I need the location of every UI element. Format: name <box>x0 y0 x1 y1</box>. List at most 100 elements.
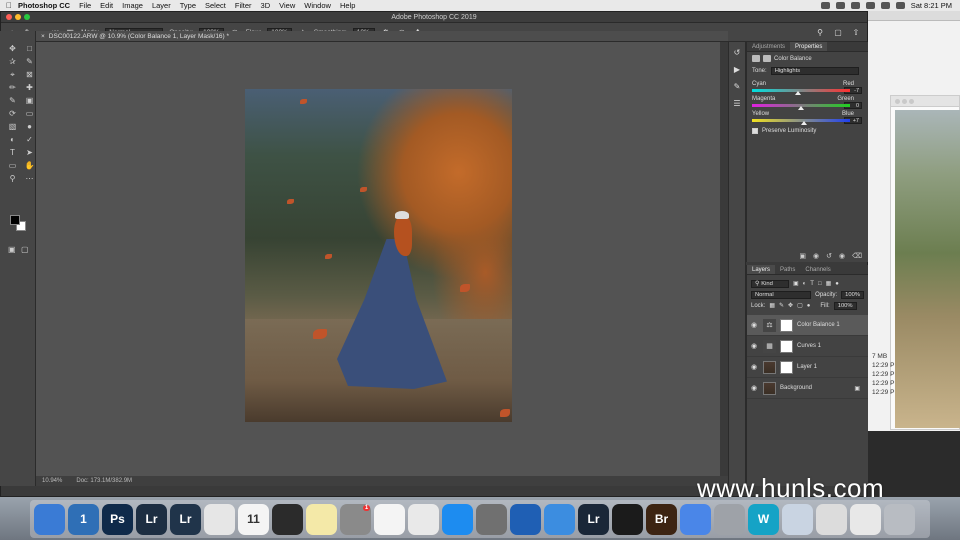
play-icon[interactable]: ▶ <box>731 64 743 76</box>
chrome-icon[interactable] <box>204 503 235 535</box>
slider-track[interactable] <box>752 104 850 110</box>
bridge-icon[interactable]: Br <box>646 503 677 535</box>
marquee-tool-icon[interactable]: □ <box>24 43 35 54</box>
window-button[interactable] <box>902 98 907 104</box>
calendar-icon[interactable]: 11 <box>238 503 269 535</box>
slider-knob[interactable] <box>800 121 807 125</box>
gradient-tool-icon[interactable]: ▧ <box>7 121 18 132</box>
filter-pixel-icon[interactable]: ▣ <box>793 280 799 287</box>
sliders-icon[interactable]: ☰ <box>731 98 743 110</box>
lock-artboard-icon[interactable]: ▢ <box>797 302 803 309</box>
photos-icon[interactable] <box>782 503 813 535</box>
tab-channels[interactable]: Channels <box>800 265 835 274</box>
layer-row[interactable]: ◉ ▦ Curves 1 <box>747 336 868 357</box>
zoom-tool-icon[interactable]: ⚲ <box>7 173 18 184</box>
healing-tool-icon[interactable]: ✚ <box>24 82 35 93</box>
apple-icon[interactable]:  <box>0 1 18 10</box>
reminders-icon[interactable] <box>374 503 405 535</box>
stamp-tool-icon[interactable]: ▣ <box>24 95 35 106</box>
tone-select[interactable]: Highlights <box>770 67 859 75</box>
type-tool-icon[interactable]: T <box>7 147 18 158</box>
screenshot-icon[interactable] <box>850 503 881 535</box>
background-window-titlebar[interactable] <box>868 11 960 21</box>
blur-tool-icon[interactable]: ● <box>24 121 35 132</box>
share-icon[interactable]: ⇧ <box>851 27 861 37</box>
1password-icon[interactable]: 1 <box>68 503 99 535</box>
battery-icon[interactable] <box>895 2 905 9</box>
lightroom-classic-icon[interactable]: Lr <box>136 503 167 535</box>
window-titlebar[interactable]: Adobe Photoshop CC 2019 <box>1 12 867 23</box>
layer-mask-thumbnail[interactable] <box>780 318 793 332</box>
canvas-area[interactable] <box>36 42 720 476</box>
workspace-icon[interactable]: ▢ <box>833 27 843 37</box>
slider-knob[interactable] <box>798 106 804 110</box>
quick-mask-icon[interactable]: ▣ <box>8 245 16 254</box>
slider-track[interactable] <box>752 89 850 95</box>
foreground-color-swatch[interactable] <box>10 215 20 225</box>
menu-filter[interactable]: Filter <box>235 1 252 10</box>
system-preferences-icon[interactable] <box>408 503 439 535</box>
network-icon[interactable] <box>544 503 575 535</box>
document-tab[interactable]: × DSC00122.ARW @ 10.9% (Color Balance 1,… <box>36 31 728 42</box>
move-tool-icon[interactable]: ✥ <box>7 43 18 54</box>
screen-mode-icon[interactable]: ▢ <box>21 245 29 254</box>
filter-adjust-icon[interactable]: ◐ <box>803 281 807 287</box>
final-cut-icon[interactable] <box>272 503 303 535</box>
layer-mask-thumbnail[interactable] <box>780 360 793 374</box>
quicktime-icon[interactable] <box>510 503 541 535</box>
word-icon[interactable]: W <box>748 503 779 535</box>
preview-icon[interactable]: 1 <box>340 503 371 535</box>
layer-name[interactable]: Background <box>780 385 812 391</box>
filter-type-icon[interactable]: T <box>810 281 814 287</box>
frame-tool-icon[interactable]: ⊠ <box>24 69 35 80</box>
history-brush-tool-icon[interactable]: ⟳ <box>7 108 18 119</box>
doc-size[interactable]: Doc: 173.1M/382.9M <box>76 478 132 484</box>
fill-field[interactable]: 100% <box>833 301 857 310</box>
trash-icon[interactable]: ⌫ <box>852 252 862 260</box>
filter-shape-icon[interactable]: □ <box>818 281 822 287</box>
menu-file[interactable]: File <box>79 1 91 10</box>
layer-name[interactable]: Layer 1 <box>797 364 817 370</box>
visibility-eye-icon[interactable]: ◉ <box>751 384 759 392</box>
menu-edit[interactable]: Edit <box>100 1 113 10</box>
wifi-icon[interactable] <box>865 2 875 9</box>
history-icon[interactable]: ↺ <box>731 47 743 59</box>
lasso-tool-icon[interactable]: ✰ <box>7 56 18 67</box>
status-icon[interactable] <box>835 2 845 9</box>
visibility-eye-icon[interactable]: ◉ <box>751 363 759 371</box>
mask-icon[interactable] <box>763 55 771 62</box>
window-button[interactable] <box>895 98 900 104</box>
crop-tool-icon[interactable]: ⌖ <box>7 69 18 80</box>
search-icon[interactable]: ⚲ <box>815 27 825 37</box>
path-select-tool-icon[interactable]: ➤ <box>24 147 35 158</box>
opacity-field[interactable]: 100% <box>841 290 864 299</box>
layer-name[interactable]: Color Balance 1 <box>797 322 840 328</box>
eyedropper-tool-icon[interactable]: ✏ <box>7 82 18 93</box>
menubar-clock[interactable]: Sat 8:21 PM <box>911 1 952 10</box>
more-tools-icon[interactable]: ⋯ <box>24 173 35 184</box>
brush-settings-icon[interactable]: ✎ <box>731 81 743 93</box>
zoom-level[interactable]: 10.94% <box>42 478 62 484</box>
dodge-tool-icon[interactable]: ◐ <box>7 134 18 145</box>
status-icon[interactable] <box>850 2 860 9</box>
slider-knob[interactable] <box>795 91 802 95</box>
visibility-eye-icon[interactable]: ◉ <box>839 252 845 260</box>
photoshop-icon[interactable]: Ps <box>102 503 133 535</box>
blend-mode-select[interactable]: Normal <box>751 290 812 299</box>
reset-icon[interactable]: ↺ <box>826 252 832 260</box>
view-previous-icon[interactable]: ◉ <box>813 252 819 260</box>
eraser-tool-icon[interactable]: ▭ <box>24 108 35 119</box>
trash-icon[interactable] <box>884 503 915 535</box>
filter-smart-icon[interactable]: ▦ <box>826 280 832 287</box>
layer-name[interactable]: Curves 1 <box>797 343 821 349</box>
lightroom-alt-icon[interactable]: Lr <box>578 503 609 535</box>
shape-tool-icon[interactable]: ▭ <box>7 160 18 171</box>
visibility-eye-icon[interactable]: ◉ <box>751 321 759 329</box>
menu-3d[interactable]: 3D <box>261 1 271 10</box>
chrome-alt-icon[interactable] <box>680 503 711 535</box>
lock-move-icon[interactable]: ✥ <box>788 302 793 309</box>
layer-row[interactable]: ◉ Background ▣ <box>747 378 868 399</box>
layer-thumbnail[interactable] <box>763 360 776 374</box>
tab-close-icon[interactable]: × <box>41 33 45 40</box>
notes-icon[interactable] <box>306 503 337 535</box>
